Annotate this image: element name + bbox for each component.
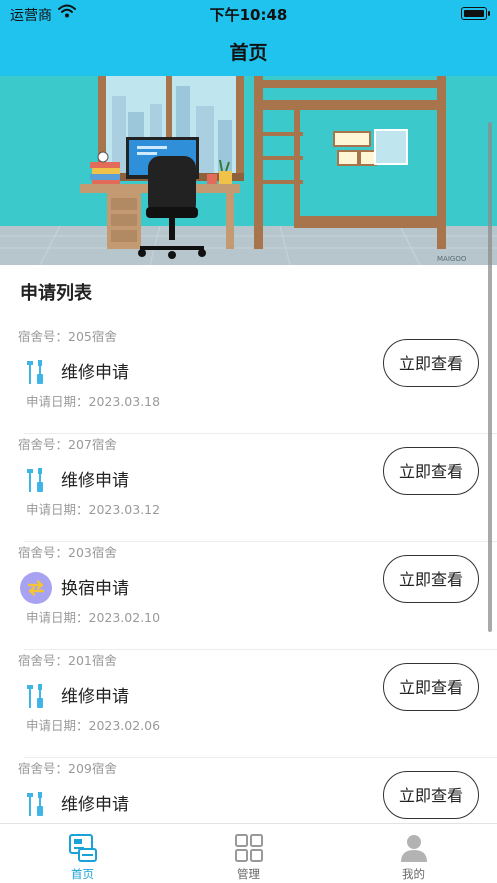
- banner-watermark: MAIGOO: [437, 255, 467, 263]
- wrench-screwdriver-icon: [20, 356, 52, 388]
- home-tab-icon: [67, 832, 99, 864]
- view-now-button[interactable]: 立即查看: [383, 555, 479, 603]
- application-type: 换宿申请: [61, 579, 129, 599]
- application-date: 申请日期：2023.02.06: [26, 718, 161, 733]
- application-date: 申请日期：2023.03.18: [26, 394, 161, 409]
- battery-icon: [461, 7, 487, 20]
- tab-profile[interactable]: 我的: [331, 824, 496, 883]
- page-title: 首页: [229, 42, 268, 64]
- dorm-number: 宿舍号：203宿舍: [18, 545, 117, 560]
- tab-label: 我的: [402, 867, 425, 881]
- section-title: 申请列表: [20, 283, 92, 304]
- view-now-button[interactable]: 立即查看: [383, 663, 479, 711]
- dorm-number: 宿舍号：209宿舍: [18, 761, 117, 776]
- wrench-screwdriver-icon: [20, 680, 52, 712]
- view-now-button[interactable]: 立即查看: [383, 447, 479, 495]
- grid-icon: [233, 832, 265, 864]
- application-date: 申请日期：2023.02.10: [26, 610, 161, 625]
- dorm-number: 宿舍号：205宿舍: [18, 329, 117, 344]
- application-type: 维修申请: [61, 687, 129, 707]
- tab-label: 管理: [237, 867, 260, 881]
- application-list: 申请列表 宿舍号：205宿舍 维修申请 申请日期：2023.03.18 立即查看…: [0, 265, 497, 823]
- application-type: 维修申请: [61, 795, 129, 815]
- list-item: 宿舍号：207宿舍 维修申请 申请日期：2023.03.12 立即查看: [0, 434, 497, 542]
- status-bar: 运营商 下午10:48: [0, 0, 497, 28]
- view-now-button[interactable]: 立即查看: [383, 339, 479, 387]
- wrench-screwdriver-icon: [20, 464, 52, 496]
- view-now-button[interactable]: 立即查看: [383, 771, 479, 819]
- list-item: 宿舍号：205宿舍 维修申请 申请日期：2023.03.18 立即查看: [0, 326, 497, 434]
- swap-arrows-icon: [20, 572, 52, 604]
- application-date: 申请日期：2023.03.12: [26, 502, 161, 517]
- list-item: 宿舍号：201宿舍 维修申请 申请日期：2023.02.06 立即查看: [0, 650, 497, 758]
- dorm-number: 宿舍号：207宿舍: [18, 437, 117, 452]
- scrollbar[interactable]: [488, 122, 492, 632]
- list-item: 宿舍号：203宿舍 换宿申请 申请日期：2023.02.10 立即查看: [0, 542, 497, 650]
- status-time: 下午10:48: [209, 6, 288, 24]
- list-item: 宿舍号：209宿舍 维修申请 立即查看: [0, 758, 497, 823]
- tab-label: 首页: [71, 867, 94, 881]
- tab-bar: 首页 管理 我的: [0, 823, 497, 883]
- tab-manage[interactable]: 管理: [166, 824, 331, 883]
- dorm-number: 宿舍号：201宿舍: [18, 653, 117, 668]
- user-icon: [398, 832, 430, 864]
- tab-home[interactable]: 首页: [0, 824, 165, 883]
- application-type: 维修申请: [61, 471, 129, 491]
- dorm-banner-image: MAIGOO: [0, 76, 497, 265]
- wrench-screwdriver-icon: [20, 788, 52, 820]
- application-type: 维修申请: [61, 363, 129, 383]
- nav-bar: 首页: [0, 28, 497, 76]
